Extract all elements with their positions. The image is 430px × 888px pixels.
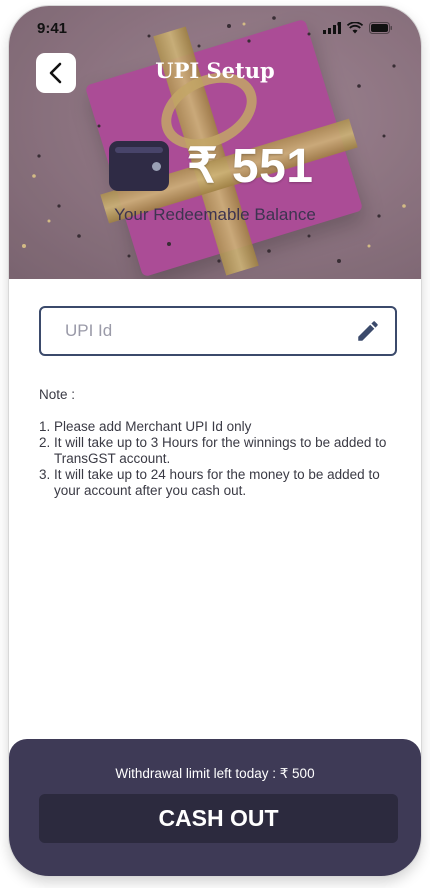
battery-icon — [369, 22, 392, 34]
note-item: It will take up to 3 Hours for the winni… — [54, 435, 399, 467]
balance-amount: ₹ 551 — [187, 138, 313, 194]
wifi-icon — [347, 22, 363, 34]
note-section: Note : Please add Merchant UPI Id only I… — [39, 387, 399, 499]
status-time: 9:41 — [37, 19, 68, 37]
status-icons — [323, 22, 393, 34]
note-item: It will take up to 24 hours for the mone… — [54, 467, 399, 499]
pencil-icon[interactable] — [355, 318, 381, 344]
balance-row: ₹ 551 — [109, 138, 313, 194]
cash-out-button[interactable]: CASH OUT — [39, 794, 398, 843]
note-heading: Note : — [39, 387, 76, 402]
phone-frame: 9:41 UPI Setup ₹ 551 Your Redeemable Bal… — [9, 6, 421, 876]
balance-label: Your Redeemable Balance — [114, 205, 316, 224]
withdrawal-limit-text: Withdrawal limit left today : ₹ 500 — [115, 766, 315, 781]
status-bar: 9:41 — [9, 6, 421, 50]
balance-value: 551 — [231, 140, 314, 193]
upi-id-field[interactable] — [39, 306, 397, 356]
page-title: UPI Setup — [155, 58, 275, 83]
signal-icon — [323, 22, 341, 34]
rupee-symbol: ₹ — [187, 140, 219, 193]
upi-id-input[interactable] — [65, 321, 355, 341]
wallet-icon — [109, 141, 169, 191]
note-item: Please add Merchant UPI Id only — [54, 419, 399, 435]
note-list: Please add Merchant UPI Id only It will … — [39, 419, 399, 499]
hero-banner: 9:41 UPI Setup ₹ 551 Your Redeemable Bal… — [9, 6, 421, 279]
bottom-sheet: Withdrawal limit left today : ₹ 500 CASH… — [9, 739, 421, 876]
